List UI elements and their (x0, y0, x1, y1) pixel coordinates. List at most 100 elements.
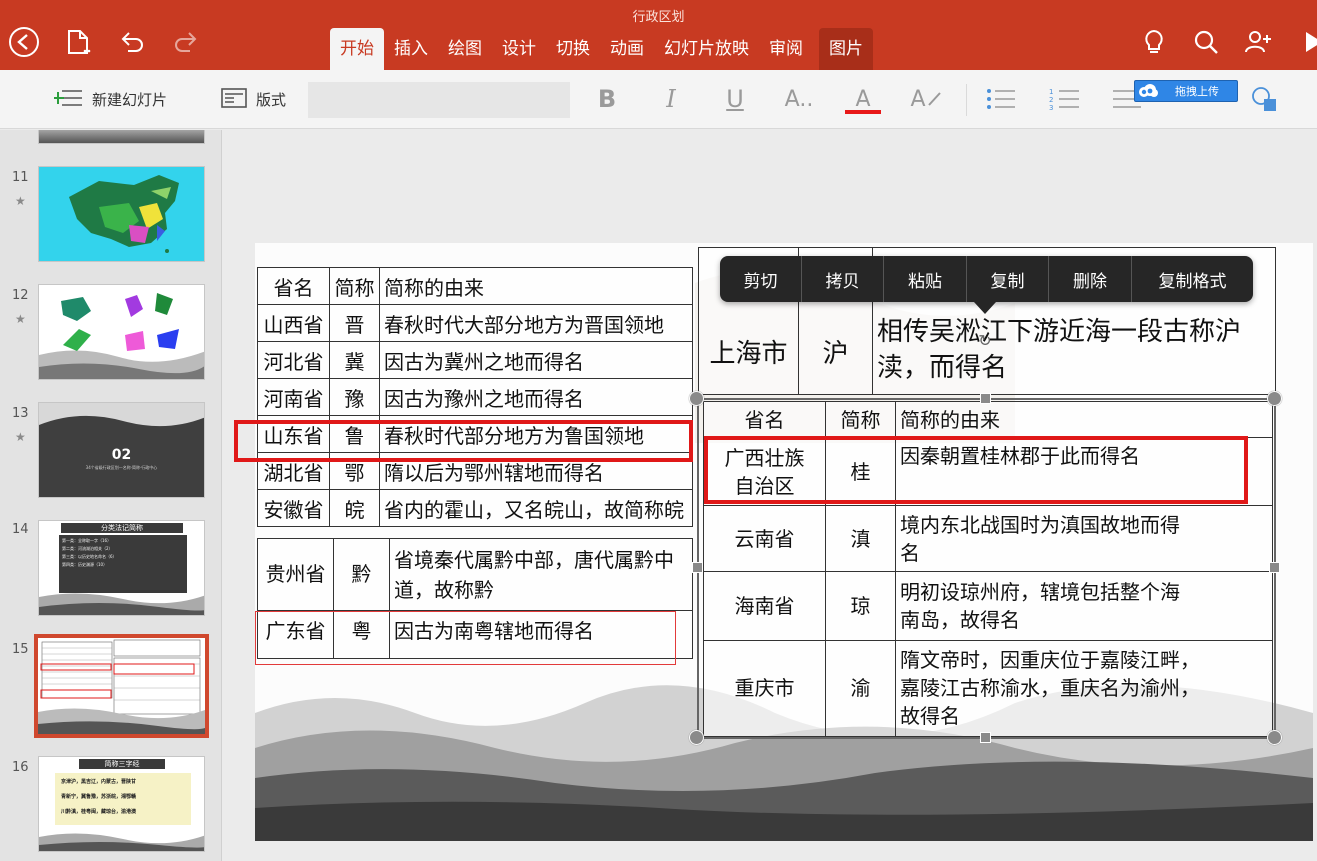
file-icon[interactable] (60, 24, 96, 60)
new-slide-button[interactable]: 新建幻灯片 (52, 70, 168, 129)
slide-thumbnail-11[interactable] (38, 166, 205, 262)
tab-animations[interactable]: 动画 (600, 28, 654, 70)
redo-icon[interactable] (168, 24, 204, 60)
province-table-left[interactable]: 省名 简称 简称的由来 山西省 晋 春秋时代大部分地方为晋国领地 河北省 冀 因… (257, 267, 693, 527)
rotate-handle-icon[interactable]: ↻ (976, 332, 994, 350)
origin-cell: 明初设琼州府，辖境包括整个海 南岛，故得名 (895, 571, 1273, 641)
resize-handle-left[interactable] (692, 562, 703, 573)
undo-icon[interactable] (114, 24, 150, 60)
abbr-cell: 皖 (329, 489, 380, 527)
province-cell: 贵州省 (257, 538, 334, 611)
abbr-cell: 渝 (825, 639, 896, 738)
tab-design[interactable]: 设计 (492, 28, 546, 70)
highlight-icon[interactable]: A (910, 84, 944, 114)
origin-cell: 春秋时代大部分地方为晋国领地 (379, 304, 693, 342)
menu-item-cut[interactable]: 剪切 (720, 256, 802, 302)
table-row[interactable]: 贵州省 黔 省境秦代属黔中部，唐代属黔中 道，故称黔 (257, 538, 693, 611)
abbr-cell: 黔 (333, 538, 390, 611)
tab-home[interactable]: 开始 (330, 28, 384, 70)
menu-item-delete[interactable]: 删除 (1049, 256, 1132, 302)
lightbulb-icon[interactable] (1136, 24, 1172, 60)
bullets-icon[interactable] (984, 84, 1018, 114)
table-row[interactable]: 河南省 豫 因古为豫州之地而得名 (257, 378, 693, 416)
slide-thumbnail-15[interactable] (34, 634, 209, 738)
font-size-button[interactable]: A.. (782, 84, 816, 114)
resize-handle-bottom-right[interactable] (1267, 730, 1282, 745)
table-row[interactable]: 河北省 冀 因古为冀州之地而得名 (257, 341, 693, 379)
share-add-user-icon[interactable] (1240, 24, 1276, 60)
table-row[interactable]: 安徽省 皖 省内的霍山，又名皖山，故简称皖 (257, 489, 693, 527)
shapes-icon[interactable] (1248, 84, 1282, 114)
slide-thumbnail-10[interactable] (38, 130, 205, 144)
slide-thumbnail-13[interactable]: 02 34个省级行政区划—名称·简称·行政中心 (38, 402, 205, 498)
abbr-cell: 晋 (329, 304, 380, 342)
table-row[interactable]: 湖北省 鄂 隋以后为鄂州辖地而得名 (257, 452, 693, 490)
tab-transitions[interactable]: 切换 (546, 28, 600, 70)
table-row[interactable]: 广西壮族 自治区 桂 因秦朝置桂林郡于此而得名 (703, 437, 1273, 507)
underline-button[interactable]: U (718, 84, 752, 114)
table-row[interactable]: 山东省 鲁 春秋时代部分地方为鲁国领地 (257, 415, 693, 453)
search-icon[interactable] (1188, 24, 1224, 60)
slide-thumbnail-12[interactable] (38, 284, 205, 380)
slide-number: 11 (12, 170, 29, 185)
table-row[interactable]: 云南省 滇 境内东北战国时为滇国故地而得名 (703, 505, 1273, 573)
numbering-icon[interactable]: 123 (1048, 84, 1082, 114)
province-table-guizhou[interactable]: 贵州省 黔 省境秦代属黔中部，唐代属黔中 道，故称黔 广东省 粤 因古为南粤辖地… (257, 538, 693, 659)
abbr-cell: 冀 (329, 341, 380, 379)
tab-review[interactable]: 审阅 (759, 28, 813, 70)
province-cell: 广东省 (257, 610, 334, 659)
layout-label: 版式 (256, 91, 287, 109)
table-row[interactable]: 广东省 粤 因古为南粤辖地而得名 (257, 610, 693, 659)
origin-cell: 省境秦代属黔中部，唐代属黔中 道，故称黔 (389, 538, 693, 611)
origin-cell: 因古为冀州之地而得名 (379, 341, 693, 379)
back-icon[interactable] (6, 24, 42, 60)
origin-cell: 隋以后为鄂州辖地而得名 (379, 452, 693, 490)
italic-button[interactable]: I (654, 84, 688, 114)
slide-15-preview (38, 639, 205, 734)
menu-item-copy-alt[interactable]: 拷贝 (802, 256, 884, 302)
drag-upload-badge[interactable]: 拖拽上传 (1134, 80, 1238, 102)
slide-thumbnail-14[interactable]: 分类法记简称 第一类：全称取一字（16） 第二类：河流湖泊相关（2） 第三类：以… (38, 520, 205, 616)
tab-picture[interactable]: 图片 (819, 28, 873, 70)
province-cell: 山西省 (257, 304, 330, 342)
slide-thumbnail-16[interactable]: 简称三字经 京津沪，黑吉辽，内蒙古，晋陕甘 青新宁，冀鲁豫，苏浙皖，湘鄂赣 川黔… (38, 756, 205, 852)
thumbnail-body: 京津沪，黑吉辽，内蒙古，晋陕甘 青新宁，冀鲁豫，苏浙皖，湘鄂赣 川黔滇，桂粤闽，… (55, 773, 191, 825)
tab-slideshow[interactable]: 幻灯片放映 (654, 28, 759, 70)
resize-handle-bottom-left[interactable] (689, 730, 704, 745)
menu-item-paste[interactable]: 粘贴 (884, 256, 967, 302)
table-header-cell: 简称 (825, 400, 896, 439)
province-shapes-image (39, 293, 204, 379)
table-header-cell: 省名 (703, 400, 826, 439)
tab-insert[interactable]: 插入 (384, 28, 438, 70)
table-row[interactable]: 海南省 琼 明初设琼州府，辖境包括整个海 南岛，故得名 (703, 571, 1273, 641)
thumbnail-title: 简称三字经 (79, 759, 165, 769)
resize-handle-top-right[interactable] (1267, 391, 1282, 406)
province-cell: 广西壮族 自治区 (703, 437, 826, 507)
resize-handle-top[interactable] (980, 393, 991, 404)
svg-text:2: 2 (1049, 96, 1053, 104)
context-menu-pointer (974, 302, 996, 314)
tab-draw[interactable]: 绘图 (438, 28, 492, 70)
font-name-box[interactable] (308, 82, 570, 118)
play-icon[interactable] (1296, 24, 1317, 60)
context-menu: 剪切 拷贝 粘贴 复制 删除 复制格式 (720, 256, 1253, 302)
abbr-cell: 粤 (333, 610, 390, 659)
province-table-right[interactable]: 省名 简称 简称的由来 广西壮族 自治区 桂 因秦朝置桂林郡于此而得名 云南省 滇… (703, 400, 1273, 738)
resize-handle-right[interactable] (1269, 562, 1280, 573)
origin-cell: 省内的霍山，又名皖山，故简称皖 (379, 489, 693, 527)
table-row[interactable]: 山西省 晋 春秋时代大部分地方为晋国领地 (257, 304, 693, 342)
toolbar-divider (966, 84, 967, 116)
menu-item-copy-format[interactable]: 复制格式 (1132, 256, 1253, 302)
resize-handle-top-left[interactable] (689, 391, 704, 406)
origin-cell: 因古为豫州之地而得名 (379, 378, 693, 416)
bold-button[interactable]: B (590, 84, 624, 114)
menu-item-duplicate[interactable]: 复制 (967, 256, 1049, 302)
slide-thumbnail-panel[interactable]: 11 ★ 12 ★ 13 ★ 02 34个省级行政区划—名称·简称·行政中心 1… (0, 130, 222, 861)
origin-cell: 境内东北战国时为滇国故地而得名 (895, 505, 1273, 573)
province-cell: 山东省 (257, 415, 330, 453)
table-row[interactable]: 重庆市 渝 隋文帝时，因重庆位于嘉陵江畔， 嘉陵江古称渝水，重庆名为渝州， 故得名 (703, 639, 1273, 738)
abbr-cell: 鲁 (329, 415, 380, 453)
new-slide-label: 新建幻灯片 (92, 91, 168, 109)
resize-handle-bottom[interactable] (980, 732, 991, 743)
layout-button[interactable]: 版式 (220, 70, 286, 129)
